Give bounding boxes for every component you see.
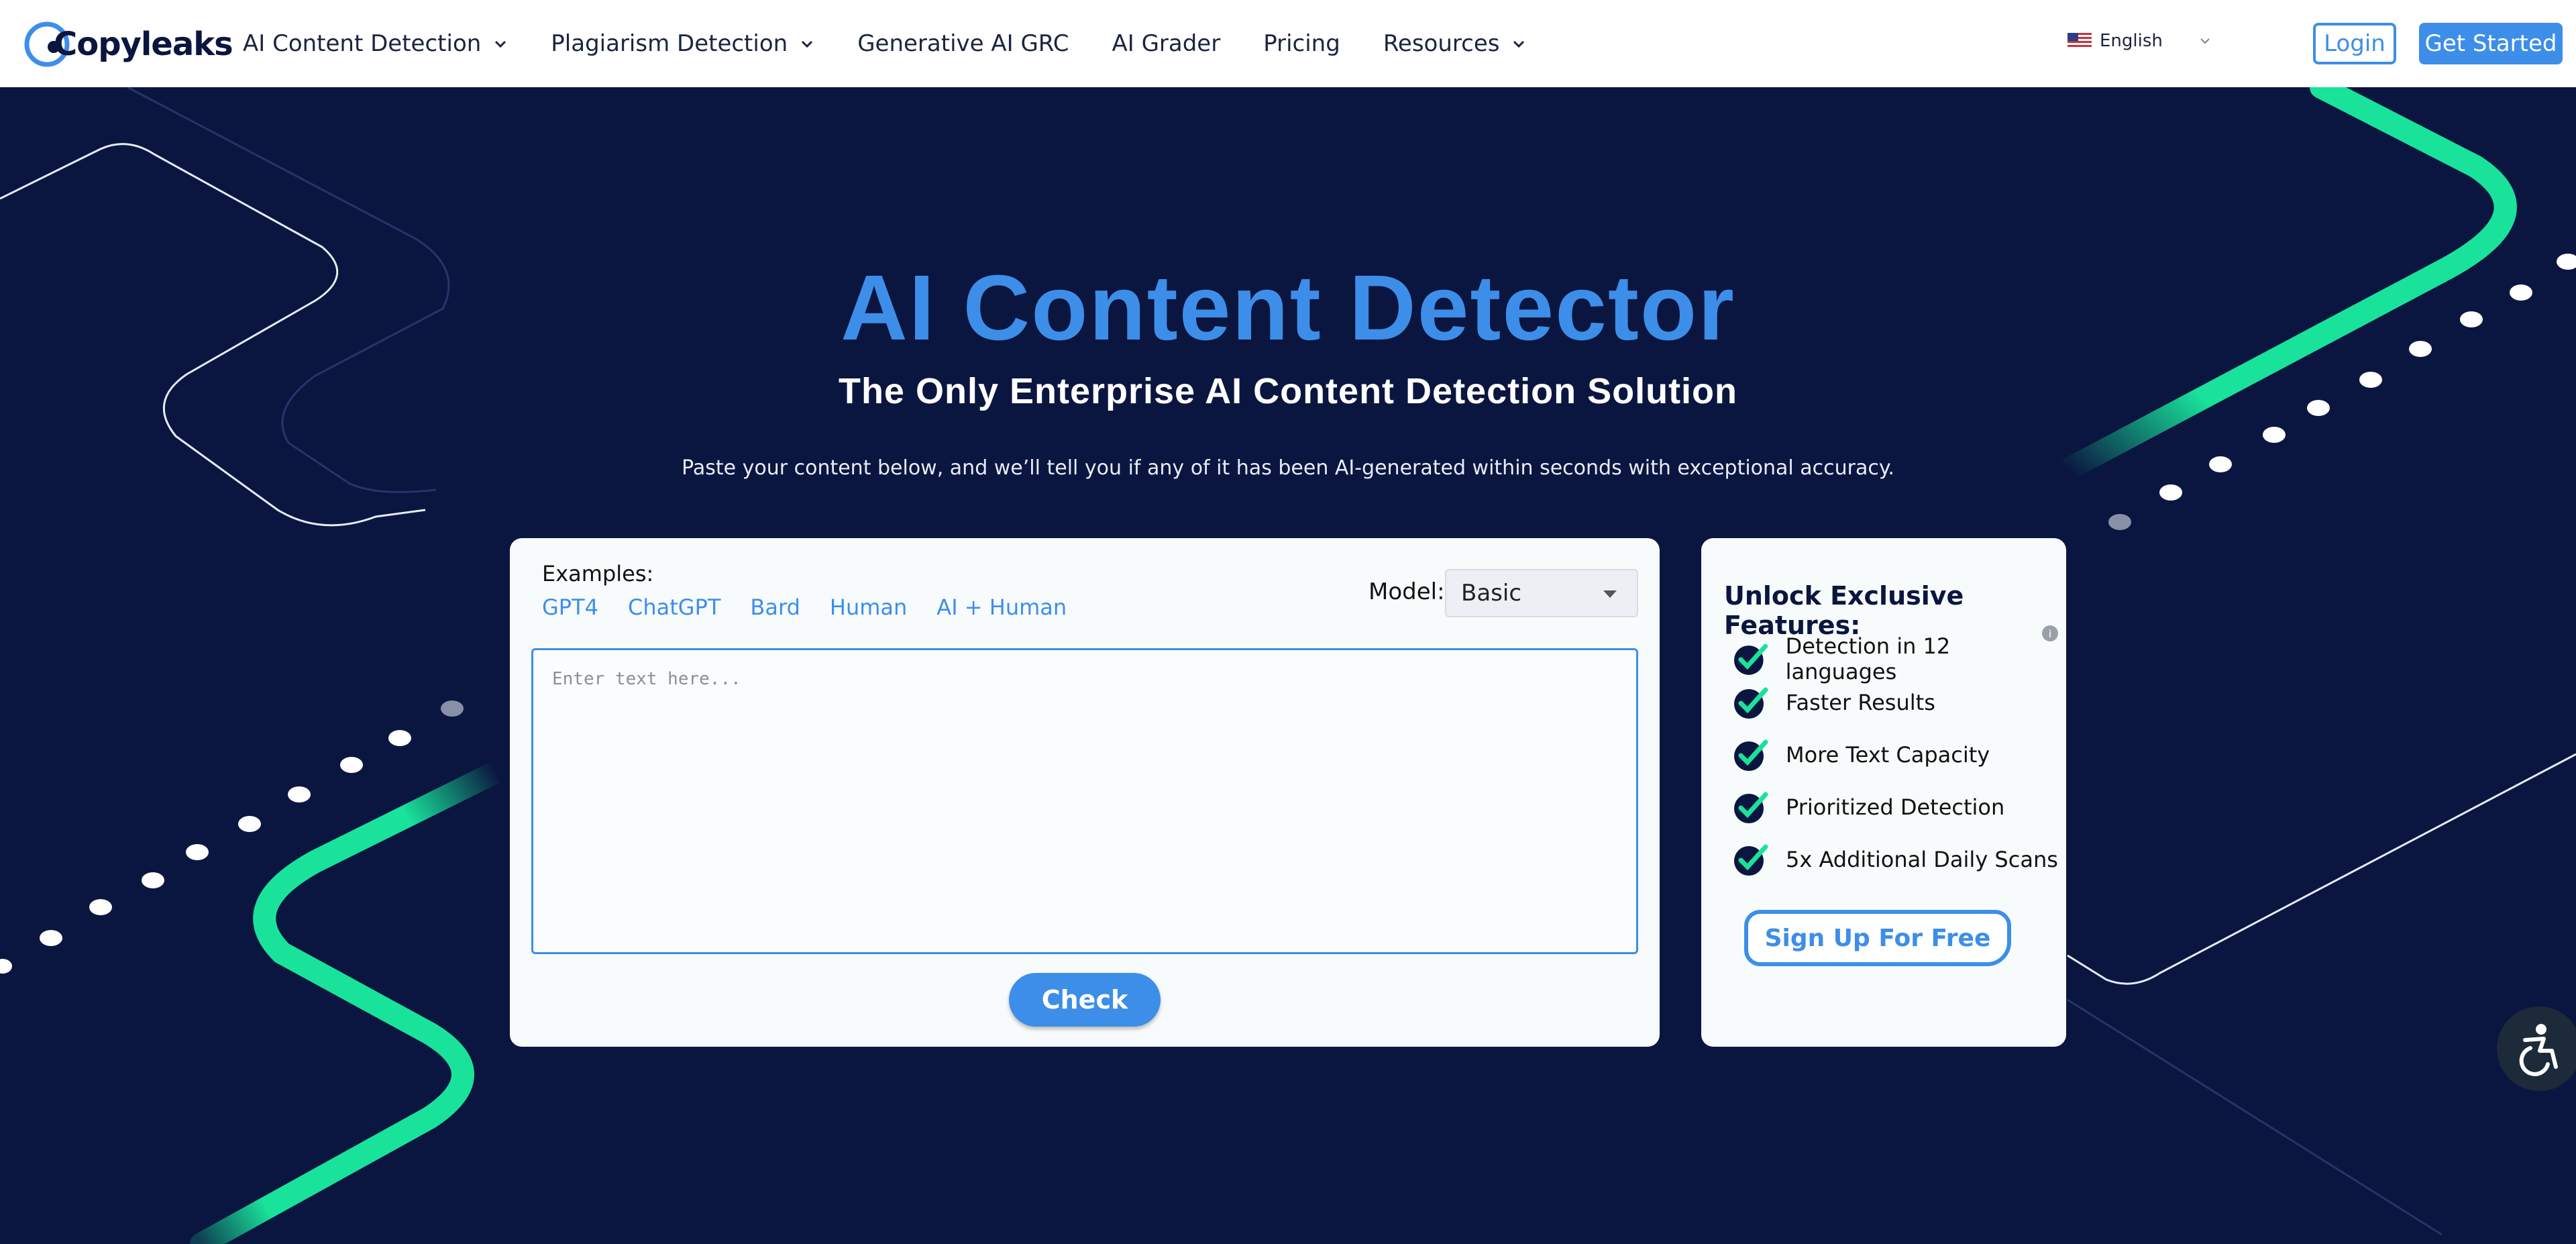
nav-label: Plagiarism Detection xyxy=(551,30,788,57)
language-label: English xyxy=(2100,31,2163,51)
check-circle-icon xyxy=(1734,792,1768,823)
chevron-down-icon[interactable] xyxy=(2198,34,2212,48)
chevron-down-icon xyxy=(1513,40,1525,48)
model-label: Model: xyxy=(1368,578,1445,605)
feature-label: More Text Capacity xyxy=(1786,742,1990,768)
check-circle-icon xyxy=(1734,739,1768,771)
feature-label: Faster Results xyxy=(1786,690,1935,715)
features-title: Unlock Exclusive Features: xyxy=(1724,581,1964,640)
accessibility-button[interactable] xyxy=(2497,1006,2576,1091)
check-circle-icon xyxy=(1734,844,1768,876)
example-bard-link[interactable]: Bard xyxy=(750,594,800,620)
page-description: Paste your content below, and we’ll tell… xyxy=(682,456,1894,480)
nav-label: AI Grader xyxy=(1112,30,1221,57)
check-button[interactable]: Check xyxy=(1009,973,1161,1027)
nav-label: AI Content Detection xyxy=(243,30,482,57)
nav-label: Resources xyxy=(1383,30,1500,57)
model-select[interactable]: Basic xyxy=(1445,569,1638,617)
feature-item: Prioritized Detection xyxy=(1732,790,2004,824)
feature-label: 5x Additional Daily Scans xyxy=(1786,847,2058,872)
language-selector[interactable]: English xyxy=(2068,31,2163,51)
chevron-down-icon xyxy=(802,40,813,48)
nav-ai-grader[interactable]: AI Grader xyxy=(1112,30,1220,57)
nav-plagiarism-detection[interactable]: Plagiarism Detection xyxy=(551,30,814,57)
feature-item: Detection in 12 languages xyxy=(1732,633,2066,684)
text-input[interactable] xyxy=(531,648,1638,954)
wheelchair-icon xyxy=(2519,1024,2558,1076)
examples-list: GPT4 ChatGPT Bard Human AI + Human xyxy=(542,594,1096,620)
get-started-button[interactable]: Get Started xyxy=(2419,23,2563,64)
example-gpt4-link[interactable]: GPT4 xyxy=(542,594,598,620)
nav-generative-ai-grc[interactable]: Generative AI GRC xyxy=(857,30,1069,57)
example-ai-human-link[interactable]: AI + Human xyxy=(936,594,1067,620)
feature-item: Faster Results xyxy=(1732,686,1935,719)
check-circle-icon xyxy=(1733,643,1768,675)
feature-label: Detection in 12 languages xyxy=(1785,633,1951,684)
example-chatgpt-link[interactable]: ChatGPT xyxy=(628,594,720,620)
caret-down-icon xyxy=(1603,590,1617,598)
check-circle-icon xyxy=(1734,687,1768,719)
model-value: Basic xyxy=(1461,580,1522,607)
us-flag-icon xyxy=(2068,33,2092,49)
feature-item: More Text Capacity xyxy=(1732,738,1990,772)
feature-label: Prioritized Detection xyxy=(1786,794,2005,820)
page-subtitle: The Only Enterprise AI Content Detection… xyxy=(838,371,1738,411)
logo-text: Copyleaks xyxy=(54,25,233,63)
example-human-link[interactable]: Human xyxy=(830,594,907,620)
nav-ai-content-detection[interactable]: AI Content Detection xyxy=(243,30,508,57)
nav-pricing[interactable]: Pricing xyxy=(1263,30,1340,57)
examples-label: Examples: xyxy=(542,561,654,586)
copyleaks-logo[interactable]: Copyleaks xyxy=(23,20,233,68)
chevron-down-icon xyxy=(495,40,506,48)
sign-up-button[interactable]: Sign Up For Free xyxy=(1744,910,2011,966)
top-navbar: Copyleaks AI Content Detection Plagiaris… xyxy=(0,0,2576,87)
nav-label: Pricing xyxy=(1263,30,1340,57)
features-card: Unlock Exclusive Features: i Detection i… xyxy=(1701,538,2066,1047)
login-button[interactable]: Login xyxy=(2313,23,2396,64)
feature-item: 5x Additional Daily Scans xyxy=(1732,843,2058,876)
nav-label: Generative AI GRC xyxy=(857,30,1069,57)
nav-resources[interactable]: Resources xyxy=(1383,30,1527,57)
main-nav: AI Content Detection Plagiarism Detectio… xyxy=(243,0,1569,87)
detector-card: Examples: GPT4 ChatGPT Bard Human AI + H… xyxy=(510,538,1660,1047)
page-title: AI Content Detector xyxy=(841,256,1735,360)
